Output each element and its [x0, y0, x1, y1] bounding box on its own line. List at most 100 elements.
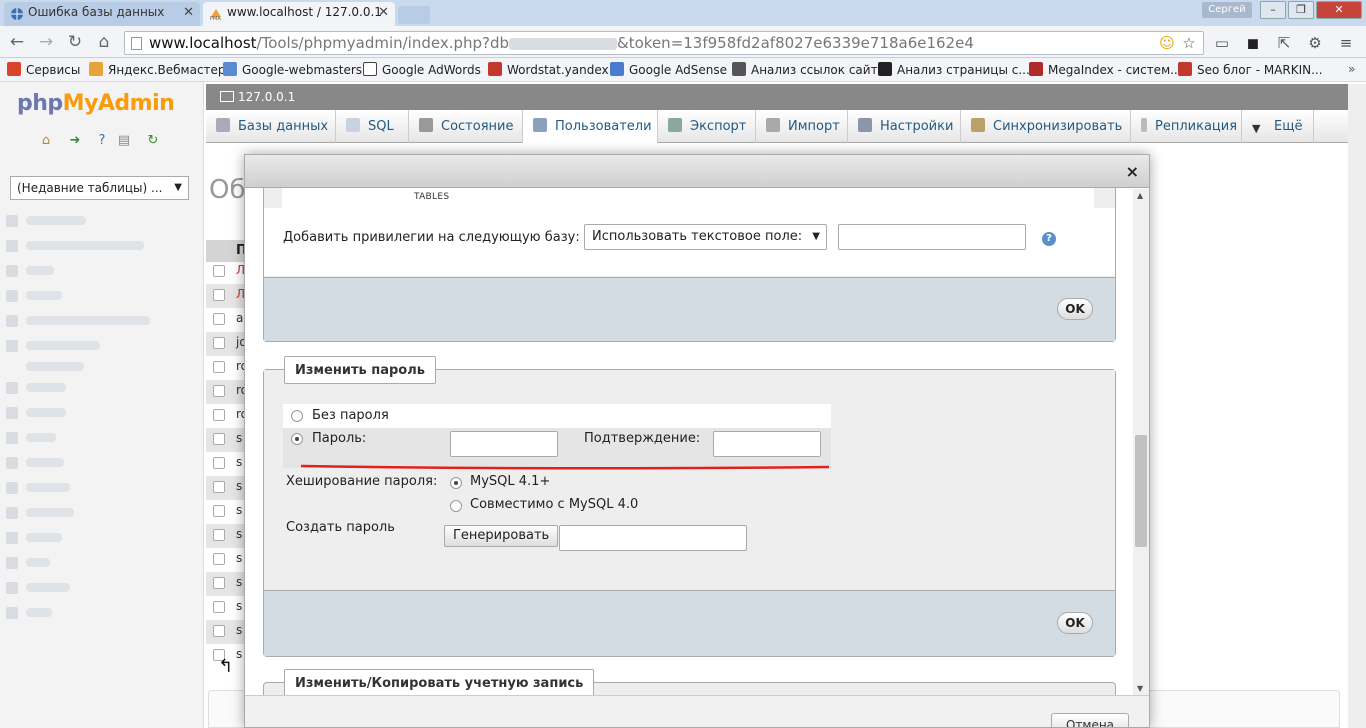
row-checkbox[interactable]	[213, 577, 225, 589]
scroll-up-icon[interactable]: ▲	[1137, 191, 1143, 200]
row-checkbox[interactable]	[213, 313, 225, 325]
row-checkbox[interactable]	[213, 409, 225, 421]
db-list-item[interactable]	[6, 340, 100, 356]
db-list-item[interactable]	[6, 290, 62, 306]
db-list-item[interactable]	[6, 382, 66, 398]
help-icon[interactable]: ?	[1042, 232, 1056, 246]
no-password-radio[interactable]	[291, 410, 303, 422]
db-list-item[interactable]	[6, 532, 62, 548]
cancel-button[interactable]: Отмена	[1051, 713, 1129, 727]
tab-databases[interactable]: Базы данных	[206, 110, 336, 143]
hash-mysql40-radio[interactable]	[450, 500, 462, 512]
change-password-ok-button[interactable]: OK	[1057, 612, 1093, 634]
row-checkbox[interactable]	[213, 385, 225, 397]
db-list-item[interactable]	[6, 315, 150, 331]
generate-password-button[interactable]: Генерировать	[444, 525, 559, 547]
browser-tab-error[interactable]: Ошибка базы данных ✕	[4, 2, 200, 26]
bookmark-item[interactable]: MegaIndex - систем...	[1029, 62, 1182, 77]
table-row[interactable]: s	[206, 596, 246, 620]
table-row[interactable]: s	[206, 524, 246, 548]
recent-tables-select[interactable]: (Недавние таблицы) ... ▼	[10, 176, 189, 200]
table-row[interactable]: ro	[206, 404, 248, 428]
row-checkbox[interactable]	[213, 601, 225, 613]
database-select[interactable]: Использовать текстовое поле: ▼	[584, 224, 827, 250]
table-row[interactable]: jo	[206, 332, 247, 356]
close-window-button[interactable]: ✕	[1316, 1, 1362, 19]
bookmark-item[interactable]: Google AdWords	[363, 62, 481, 77]
extension-resize-icon[interactable]: ⇱	[1274, 33, 1294, 53]
row-checkbox[interactable]	[213, 361, 225, 373]
tab-settings[interactable]: Настройки	[848, 110, 961, 143]
hash-mysql41-radio[interactable]	[450, 477, 462, 489]
bookmarks-overflow-icon[interactable]: »	[1348, 62, 1355, 76]
row-checkbox[interactable]	[213, 337, 225, 349]
row-checkbox[interactable]	[213, 265, 225, 277]
confirm-password-input[interactable]	[713, 431, 821, 457]
table-row[interactable]: s	[206, 500, 246, 524]
db-list-item[interactable]	[6, 215, 86, 231]
reload-icon[interactable]: ↻	[64, 31, 86, 53]
tab-users[interactable]: Пользователи	[523, 110, 658, 143]
table-row[interactable]: s	[206, 620, 246, 644]
close-tab-icon[interactable]: ✕	[378, 5, 389, 20]
tab-more[interactable]: ▼ Ещё	[1242, 110, 1314, 143]
table-row[interactable]: Л	[206, 260, 246, 284]
generated-password-input[interactable]	[559, 525, 747, 551]
row-checkbox[interactable]	[213, 481, 225, 493]
row-checkbox[interactable]	[213, 529, 225, 541]
address-bar[interactable]: www.localhost/Tools/phpmyadmin/index.php…	[124, 31, 1204, 55]
page-scrollbar[interactable]	[1348, 84, 1366, 728]
db-list-item[interactable]	[6, 407, 66, 423]
docs-icon[interactable]: ▤	[116, 133, 132, 149]
logout-icon[interactable]: ➜	[67, 133, 83, 149]
bookmark-item[interactable]: Wordstat.yandex	[488, 62, 609, 77]
scrollbar-thumb[interactable]	[1135, 435, 1147, 547]
database-name-input[interactable]	[838, 224, 1026, 250]
row-checkbox[interactable]	[213, 457, 225, 469]
db-list-item[interactable]	[26, 361, 84, 377]
db-list-item[interactable]	[6, 482, 70, 498]
row-checkbox[interactable]	[213, 625, 225, 637]
db-list-item[interactable]	[6, 607, 52, 623]
password-input[interactable]	[450, 431, 558, 457]
dialog-scrollbar[interactable]: ▲ ▼	[1133, 189, 1149, 695]
bookmark-item[interactable]: Сервисы	[7, 62, 80, 77]
browser-tab-localhost[interactable]: PMA www.localhost / 127.0.0.1 ✕	[203, 2, 395, 26]
password-radio[interactable]	[291, 433, 303, 445]
table-row[interactable]: s	[206, 428, 246, 452]
dialog-titlebar[interactable]: ×	[245, 155, 1149, 188]
menu-icon[interactable]: ≡	[1336, 33, 1356, 53]
table-row[interactable]: ro	[206, 356, 248, 380]
table-row[interactable]: s	[206, 452, 246, 476]
table-row[interactable]: Л	[206, 284, 246, 308]
back-icon[interactable]: ←	[6, 31, 28, 53]
table-row[interactable]: s	[206, 476, 246, 500]
smiley-extension-icon[interactable]: ☺	[1157, 33, 1177, 53]
bookmark-item[interactable]: Анализ ссылок сайта	[732, 62, 885, 77]
close-icon[interactable]: ×	[1126, 162, 1139, 181]
home-icon[interactable]: ⌂	[93, 31, 115, 53]
pma-logo[interactable]: phpMyAdmin	[17, 91, 175, 116]
db-list-item[interactable]	[6, 557, 50, 573]
db-list-item[interactable]	[6, 240, 144, 256]
db-list-item[interactable]	[6, 265, 54, 281]
forward-icon[interactable]: →	[35, 31, 57, 53]
table-row[interactable]: s	[206, 572, 246, 596]
server-breadcrumb[interactable]: 127.0.0.1	[206, 84, 1348, 110]
tab-replication[interactable]: Репликация	[1131, 110, 1242, 143]
db-list-item[interactable]	[6, 432, 56, 448]
row-checkbox[interactable]	[213, 289, 225, 301]
tab-export[interactable]: Экспорт	[658, 110, 756, 143]
tab-synchronize[interactable]: Синхронизировать	[961, 110, 1131, 143]
scroll-down-icon[interactable]: ▼	[1137, 684, 1143, 693]
tab-sql[interactable]: SQL	[336, 110, 409, 143]
row-checkbox[interactable]	[213, 553, 225, 565]
table-row[interactable]: s	[206, 548, 246, 572]
bookmark-item[interactable]: Google-webmasters	[223, 62, 362, 77]
tab-import[interactable]: Импорт	[756, 110, 848, 143]
extension-badge-icon[interactable]: ◼	[1243, 33, 1263, 53]
new-tab-button[interactable]	[398, 6, 430, 24]
tab-status[interactable]: Состояние	[409, 110, 523, 143]
table-row[interactable]: a	[206, 308, 246, 332]
gear-icon[interactable]: ⚙	[1305, 33, 1325, 53]
